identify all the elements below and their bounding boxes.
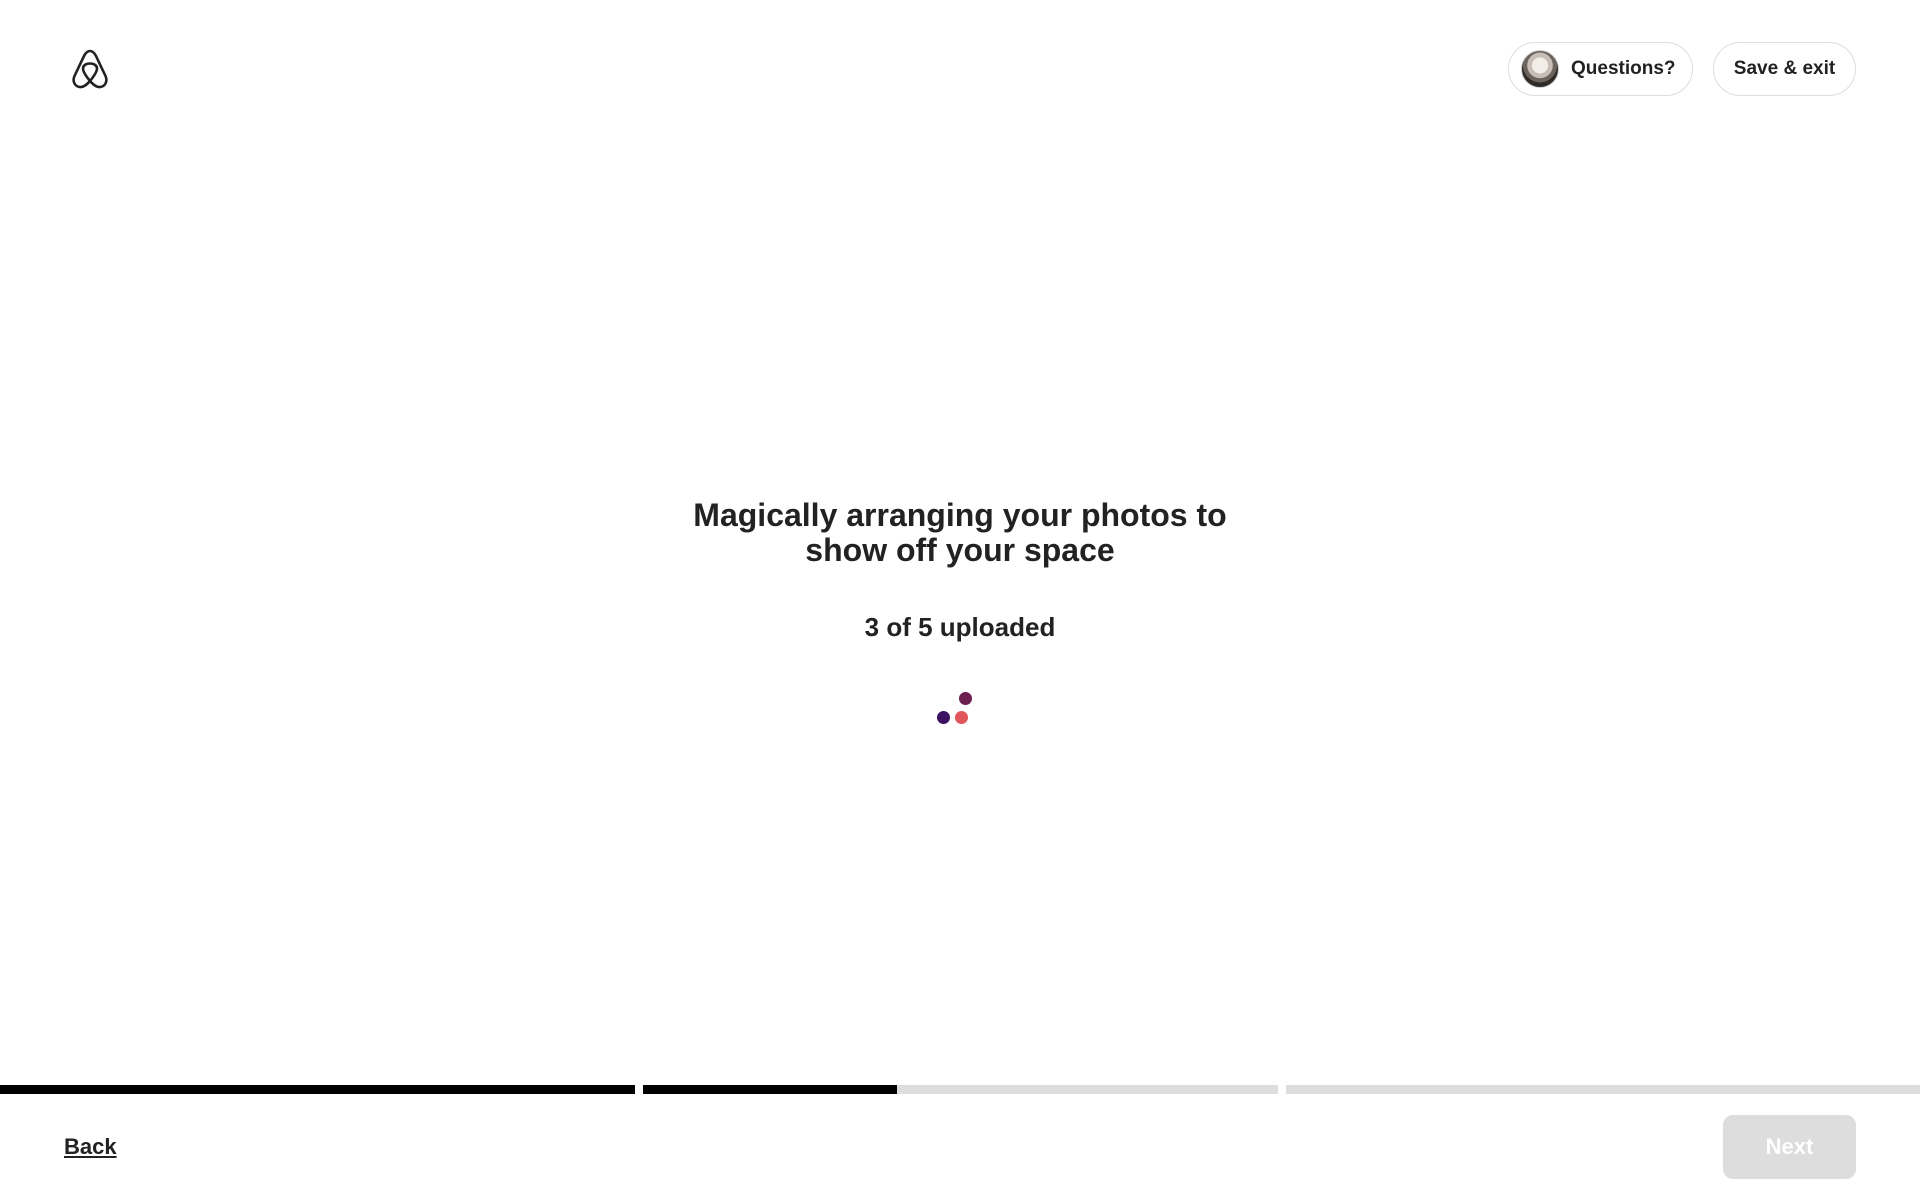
listing-photos-upload-page: Questions? Save & exit Magically arrangi… [0,0,1920,1197]
page-title: Magically arranging your photos to show … [693,497,1227,568]
progress-segment [643,1085,1278,1094]
airbnb-logo-icon[interactable] [70,48,110,90]
top-header: Questions? Save & exit [0,0,1920,140]
loader-dot [937,711,950,724]
progress-segment-fill [0,1085,635,1094]
upload-status-section: Magically arranging your photos to show … [0,498,1920,643]
host-avatar [1521,50,1559,88]
loader-dot [959,692,972,705]
save-exit-label: Save & exit [1733,58,1836,79]
progress-segment [1286,1085,1920,1094]
progress-segment [0,1085,635,1094]
back-button[interactable]: Back [64,1134,117,1160]
questions-button[interactable]: Questions? [1508,42,1693,96]
loading-dots-icon [934,690,974,726]
step-progress-bar [0,1085,1920,1094]
next-button[interactable]: Next [1723,1115,1856,1179]
progress-segment-fill [643,1085,897,1094]
questions-label: Questions? [1571,58,1676,79]
upload-status-text: 3 of 5 uploaded [864,612,1056,642]
loader-dot [955,711,968,724]
save-exit-button[interactable]: Save & exit [1713,42,1856,96]
